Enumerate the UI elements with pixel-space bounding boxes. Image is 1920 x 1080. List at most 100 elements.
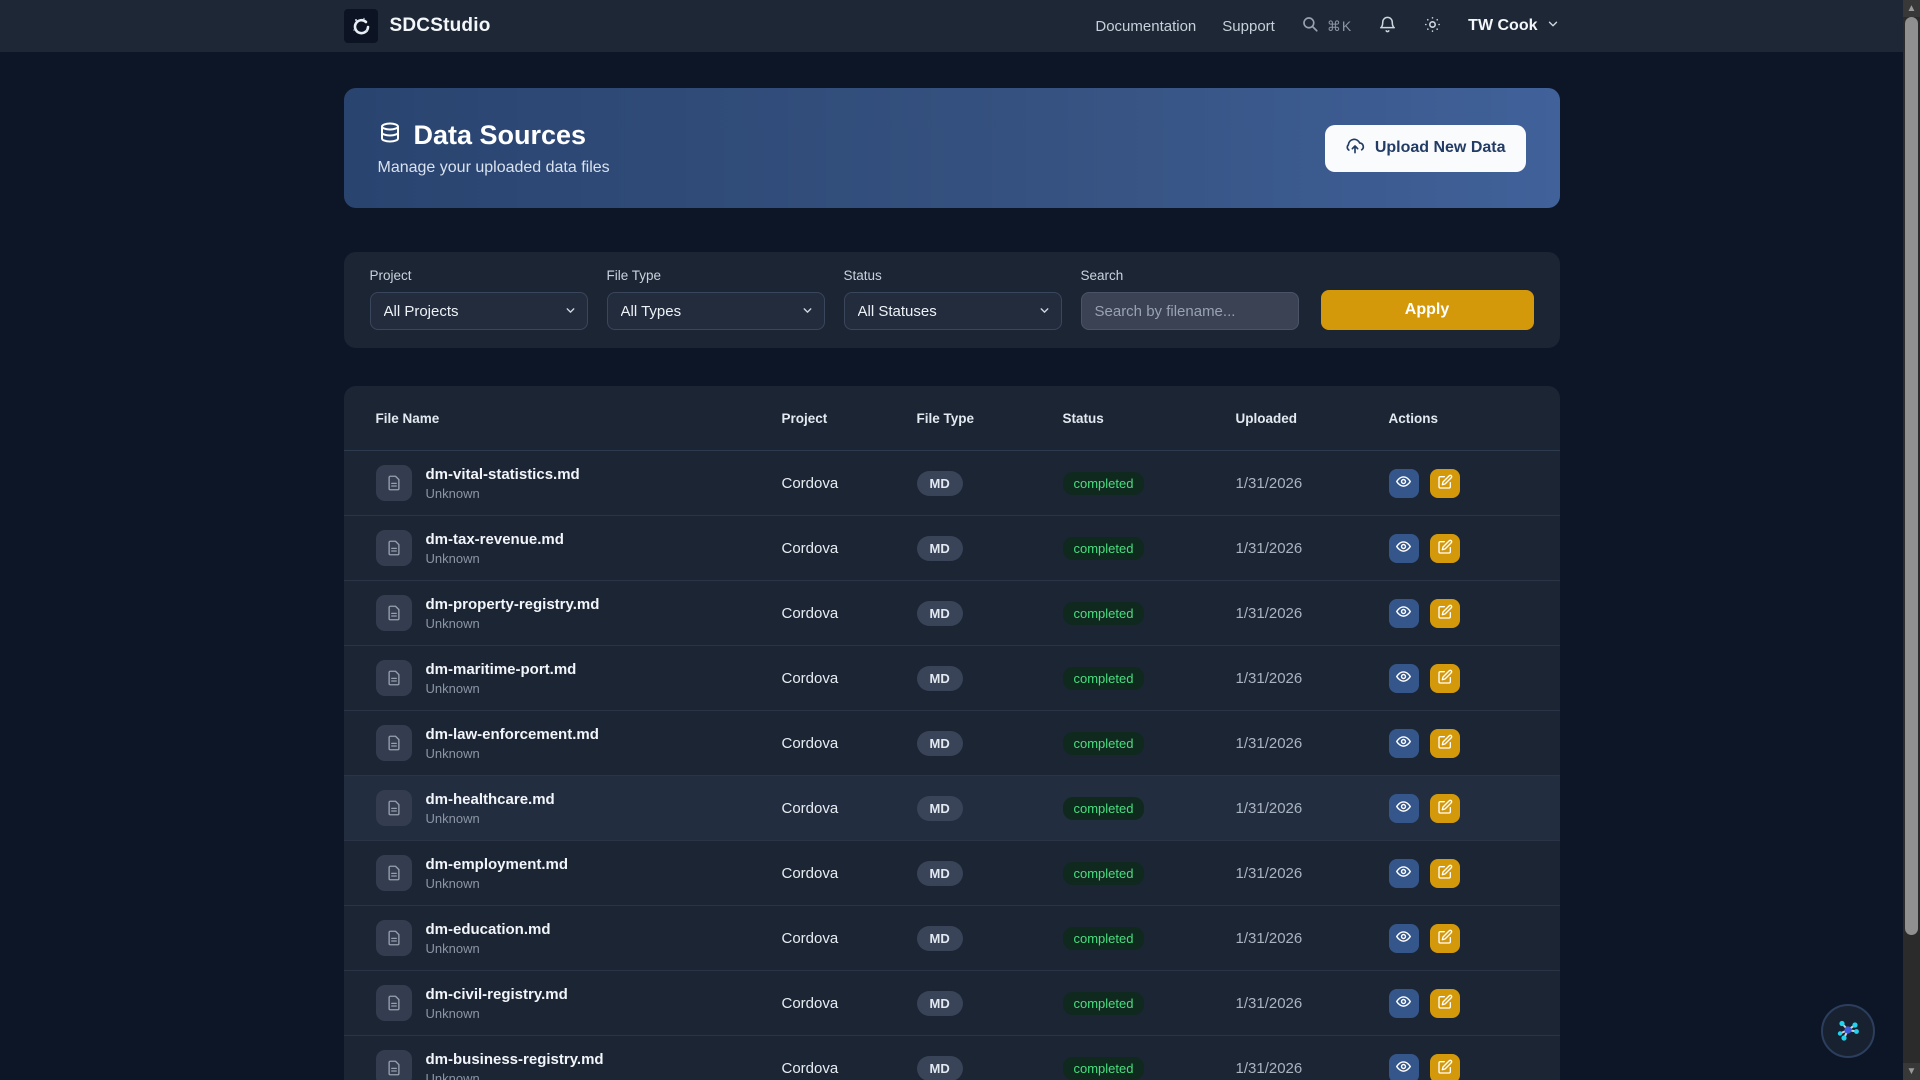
filter-project: Project All Projects [370, 268, 588, 330]
edit-file-button[interactable] [1430, 469, 1460, 498]
page-subtitle: Manage your uploaded data files [378, 159, 610, 177]
table-row[interactable]: dm-vital-statistics.md Unknown Cordova M… [344, 451, 1560, 516]
file-subtitle: Unknown [426, 616, 600, 631]
data-sources-table: File Name Project File Type Status Uploa… [344, 386, 1560, 1080]
file-type-badge: MD [917, 796, 963, 821]
apply-filters-button[interactable]: Apply [1321, 290, 1534, 330]
uploaded-cell: 1/31/2026 [1236, 540, 1389, 557]
view-file-button[interactable] [1389, 664, 1419, 693]
file-icon [376, 1050, 412, 1080]
view-file-button[interactable] [1389, 469, 1419, 498]
edit-file-button[interactable] [1430, 859, 1460, 888]
project-cell: Cordova [782, 735, 917, 752]
edit-icon [1437, 864, 1453, 883]
uploaded-cell: 1/31/2026 [1236, 605, 1389, 622]
scroll-up-arrow[interactable]: ▲ [1903, 0, 1920, 17]
nav-link-documentation[interactable]: Documentation [1095, 18, 1196, 35]
view-file-button[interactable] [1389, 794, 1419, 823]
scrollbar-thumb[interactable] [1905, 17, 1918, 935]
file-name: dm-employment.md [426, 856, 569, 873]
bell-icon [1378, 15, 1397, 37]
search-shortcut: ⌘K [1327, 18, 1352, 35]
edit-file-button[interactable] [1430, 534, 1460, 563]
uploaded-cell: 1/31/2026 [1236, 475, 1389, 492]
uploaded-cell: 1/31/2026 [1236, 930, 1389, 947]
table-row[interactable]: dm-maritime-port.md Unknown Cordova MD c… [344, 646, 1560, 711]
edit-file-button[interactable] [1430, 924, 1460, 953]
edit-icon [1437, 929, 1453, 948]
uploaded-cell: 1/31/2026 [1236, 1060, 1389, 1077]
scrollbar[interactable]: ▲ ▼ [1903, 0, 1920, 1080]
file-icon [376, 855, 412, 891]
table-row[interactable]: dm-healthcare.md Unknown Cordova MD comp… [344, 776, 1560, 841]
notifications-button[interactable] [1378, 15, 1397, 37]
edit-file-button[interactable] [1430, 664, 1460, 693]
upload-new-data-button[interactable]: Upload New Data [1325, 125, 1526, 172]
file-type-badge: MD [917, 536, 963, 561]
table-row[interactable]: dm-property-registry.md Unknown Cordova … [344, 581, 1560, 646]
eye-icon [1395, 863, 1412, 883]
file-name: dm-education.md [426, 921, 551, 938]
edit-icon [1437, 1059, 1453, 1078]
view-file-button[interactable] [1389, 729, 1419, 758]
table-row[interactable]: dm-tax-revenue.md Unknown Cordova MD com… [344, 516, 1560, 581]
view-file-button[interactable] [1389, 534, 1419, 563]
file-icon [376, 985, 412, 1021]
sun-icon [1423, 15, 1442, 37]
table-row[interactable]: dm-law-enforcement.md Unknown Cordova MD… [344, 711, 1560, 776]
eye-icon [1395, 1058, 1412, 1078]
user-menu[interactable]: TW Cook [1468, 17, 1559, 36]
view-file-button[interactable] [1389, 989, 1419, 1018]
table-header-row: File Name Project File Type Status Uploa… [344, 386, 1560, 451]
eye-icon [1395, 798, 1412, 818]
view-file-button[interactable] [1389, 924, 1419, 953]
status-badge: completed [1063, 992, 1145, 1015]
file-subtitle: Unknown [426, 681, 577, 696]
edit-file-button[interactable] [1430, 989, 1460, 1018]
project-cell: Cordova [782, 670, 917, 687]
view-file-button[interactable] [1389, 859, 1419, 888]
uploaded-cell: 1/31/2026 [1236, 800, 1389, 817]
table-row[interactable]: dm-civil-registry.md Unknown Cordova MD … [344, 971, 1560, 1036]
theme-toggle-button[interactable] [1423, 15, 1442, 37]
page: SDCStudio Documentation Support ⌘K [0, 0, 1903, 1080]
file-icon [376, 465, 412, 501]
table-row[interactable]: dm-business-registry.md Unknown Cordova … [344, 1036, 1560, 1080]
edit-icon [1437, 539, 1453, 558]
file-type-select[interactable]: All Types [607, 292, 825, 330]
view-file-button[interactable] [1389, 599, 1419, 628]
file-icon [376, 530, 412, 566]
global-search-button[interactable]: ⌘K [1301, 15, 1352, 38]
project-cell: Cordova [782, 930, 917, 947]
search-input[interactable] [1081, 292, 1299, 330]
edit-file-button[interactable] [1430, 599, 1460, 628]
status-badge: completed [1063, 602, 1145, 625]
scroll-down-arrow[interactable]: ▼ [1903, 1063, 1920, 1080]
file-name: dm-healthcare.md [426, 791, 555, 808]
file-icon [376, 790, 412, 826]
file-type-badge: MD [917, 991, 963, 1016]
file-type-badge: MD [917, 926, 963, 951]
brand[interactable]: SDCStudio [344, 9, 491, 43]
edit-file-button[interactable] [1430, 794, 1460, 823]
edit-icon [1437, 669, 1453, 688]
edit-icon [1437, 799, 1453, 818]
project-select[interactable]: All Projects [370, 292, 588, 330]
brand-name: SDCStudio [390, 15, 491, 37]
view-file-button[interactable] [1389, 1054, 1419, 1080]
eye-icon [1395, 733, 1412, 753]
page-header-banner: Data Sources Manage your uploaded data f… [344, 88, 1560, 208]
nav-link-support[interactable]: Support [1222, 18, 1275, 35]
app-logo-icon [344, 9, 378, 43]
table-row[interactable]: dm-education.md Unknown Cordova MD compl… [344, 906, 1560, 971]
edit-file-button[interactable] [1430, 1054, 1460, 1080]
file-subtitle: Unknown [426, 876, 569, 891]
eye-icon [1395, 538, 1412, 558]
edit-file-button[interactable] [1430, 729, 1460, 758]
assistant-fab-button[interactable] [1821, 1004, 1875, 1058]
file-icon [376, 725, 412, 761]
project-cell: Cordova [782, 1060, 917, 1077]
project-cell: Cordova [782, 800, 917, 817]
status-select[interactable]: All Statuses [844, 292, 1062, 330]
table-row[interactable]: dm-employment.md Unknown Cordova MD comp… [344, 841, 1560, 906]
